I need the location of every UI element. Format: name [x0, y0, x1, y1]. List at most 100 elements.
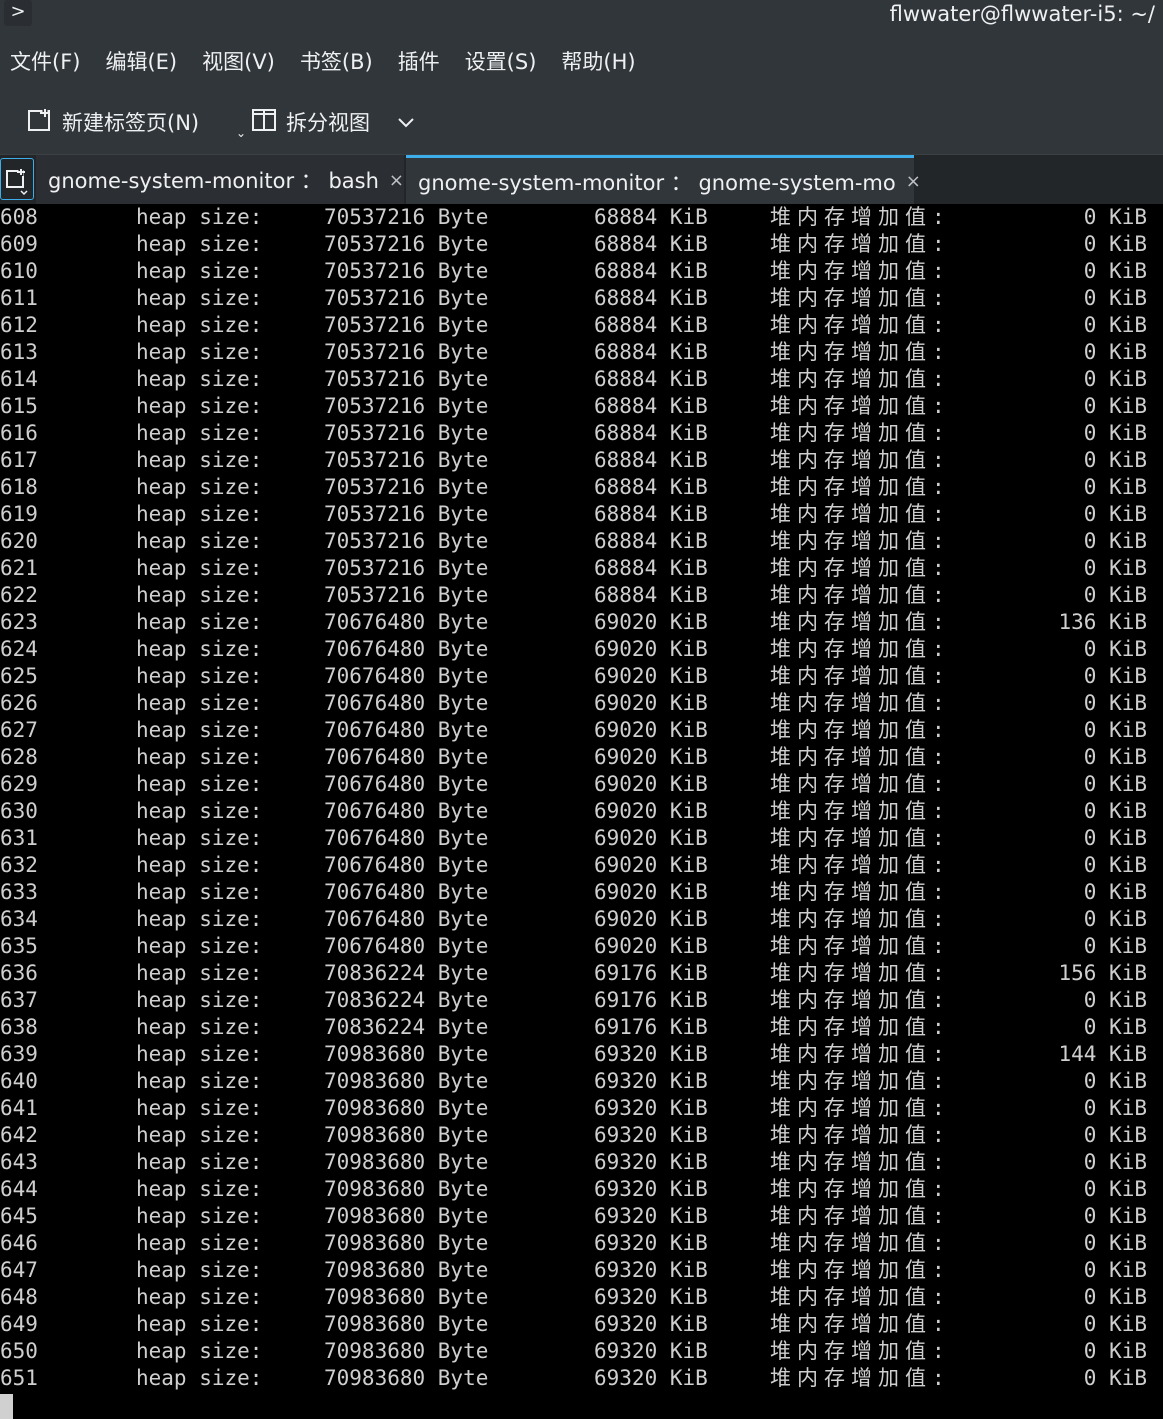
menu-plugins[interactable]: 插件: [388, 44, 455, 80]
heap-increase-value: 0 KiB: [1083, 475, 1147, 499]
chevron-down-icon[interactable]: [396, 100, 416, 144]
new-tab-icon: [26, 106, 54, 139]
heap-size-label: heap size:: [136, 853, 263, 877]
heap-increase-label: 堆内存增加值:: [770, 1312, 951, 1336]
new-tab-dropdown-icon[interactable]: ⌄: [236, 126, 246, 140]
line-number: 640: [0, 1069, 38, 1093]
heap-increase-label: 堆内存增加值:: [770, 1096, 951, 1120]
line-number: 628: [0, 745, 38, 769]
kib-value: 69320 KiB: [594, 1150, 708, 1174]
menu-edit[interactable]: 编辑(E): [95, 44, 192, 80]
heap-increase-value: 0 KiB: [1083, 988, 1147, 1012]
menu-view[interactable]: 视图(V): [192, 44, 290, 80]
terminal-line: 615 heap size: 70537216 Byte 68884 KiB 堆内存增加…: [0, 393, 1163, 420]
heap-size-label: heap size:: [136, 907, 263, 931]
line-number: 630: [0, 799, 38, 823]
terminal-line: 639 heap size: 70983680 Byte 69320 KiB 堆内存增加…: [0, 1041, 1163, 1068]
tab-bar-new-tab-icon[interactable]: [0, 158, 34, 200]
heap-increase-label: 堆内存增加值:: [770, 1339, 951, 1363]
menu-file[interactable]: 文件(F): [0, 44, 95, 80]
kib-value: 69020 KiB: [594, 799, 708, 823]
tab-gnome-system-monitor[interactable]: gnome-system-monitor ： gnome-system-mo ×: [406, 155, 921, 205]
terminal-line: 626 heap size: 70676480 Byte 69020 KiB 堆内存增加…: [0, 690, 1163, 717]
heap-increase-value: 0 KiB: [1083, 1366, 1147, 1390]
line-number: 620: [0, 529, 38, 553]
heap-size-label: heap size:: [136, 988, 263, 1012]
byte-value: 70676480 Byte: [324, 664, 489, 688]
kib-value: 68884 KiB: [594, 475, 708, 499]
heap-increase-label: 堆内存增加值:: [770, 205, 951, 229]
line-number: 633: [0, 880, 38, 904]
kib-value: 68884 KiB: [594, 367, 708, 391]
byte-value: 70537216 Byte: [324, 583, 489, 607]
heap-increase-value: 0 KiB: [1083, 1231, 1147, 1255]
kib-value: 69020 KiB: [594, 907, 708, 931]
kib-value: 69020 KiB: [594, 718, 708, 742]
terminal-line: 620 heap size: 70537216 Byte 68884 KiB 堆内存增加…: [0, 528, 1163, 555]
kib-value: 69320 KiB: [594, 1366, 708, 1390]
kib-value: 69020 KiB: [594, 826, 708, 850]
menu-settings[interactable]: 设置(S): [455, 44, 552, 80]
terminal-line: 646 heap size: 70983680 Byte 69320 KiB 堆内存增加…: [0, 1230, 1163, 1257]
heap-size-label: heap size:: [136, 340, 263, 364]
heap-increase-value: 0 KiB: [1083, 1069, 1147, 1093]
heap-size-label: heap size:: [136, 205, 263, 229]
tab-bash[interactable]: gnome-system-monitor ： bash ×: [36, 155, 404, 205]
heap-increase-value: 0 KiB: [1083, 664, 1147, 688]
byte-value: 70983680 Byte: [324, 1339, 489, 1363]
byte-value: 70676480 Byte: [324, 880, 489, 904]
close-icon[interactable]: ×: [389, 170, 404, 191]
heap-increase-value: 0 KiB: [1083, 772, 1147, 796]
heap-increase-value: 0 KiB: [1083, 259, 1147, 283]
heap-increase-label: 堆内存增加值:: [770, 1150, 951, 1174]
menu-bookmarks[interactable]: 书签(B): [290, 44, 388, 80]
tab-label: gnome-system-monitor ： bash: [48, 169, 379, 193]
kib-value: 69320 KiB: [594, 1312, 708, 1336]
terminal-line: 637 heap size: 70836224 Byte 69176 KiB 堆内存增加…: [0, 987, 1163, 1014]
line-number: 648: [0, 1285, 38, 1309]
heap-size-label: heap size:: [136, 1069, 263, 1093]
new-tab-button[interactable]: 新建标签页(N) ⌄: [26, 100, 246, 144]
heap-increase-label: 堆内存增加值:: [770, 421, 951, 445]
menu-help[interactable]: 帮助(H): [551, 44, 650, 80]
kib-value: 68884 KiB: [594, 259, 708, 283]
heap-size-label: heap size:: [136, 934, 263, 958]
terminal-line: 632 heap size: 70676480 Byte 69020 KiB 堆内存增加…: [0, 852, 1163, 879]
heap-increase-label: 堆内存增加值:: [770, 637, 951, 661]
heap-increase-label: 堆内存增加值:: [770, 1258, 951, 1282]
heap-increase-label: 堆内存增加值:: [770, 610, 951, 634]
heap-size-label: heap size:: [136, 1177, 263, 1201]
heap-size-label: heap size:: [136, 529, 263, 553]
byte-value: 70676480 Byte: [324, 934, 489, 958]
terminal-line: 611 heap size: 70537216 Byte 68884 KiB 堆内存增加…: [0, 285, 1163, 312]
byte-value: 70983680 Byte: [324, 1258, 489, 1282]
heap-increase-value: 0 KiB: [1083, 1312, 1147, 1336]
split-view-button[interactable]: 拆分视图: [250, 100, 370, 144]
byte-value: 70676480 Byte: [324, 610, 489, 634]
heap-size-label: heap size:: [136, 1150, 263, 1174]
line-number: 623: [0, 610, 38, 634]
line-number: 614: [0, 367, 38, 391]
terminal-line: 621 heap size: 70537216 Byte 68884 KiB 堆内存增加…: [0, 555, 1163, 582]
byte-value: 70537216 Byte: [324, 475, 489, 499]
heap-size-label: heap size:: [136, 1339, 263, 1363]
heap-increase-label: 堆内存增加值:: [770, 529, 951, 553]
heap-size-label: heap size:: [136, 1285, 263, 1309]
kib-value: 69020 KiB: [594, 664, 708, 688]
terminal-output[interactable]: 608 heap size: 70537216 Byte 68884 KiB 堆内存增加…: [0, 204, 1163, 1419]
kib-value: 69320 KiB: [594, 1339, 708, 1363]
heap-increase-value: 0 KiB: [1083, 718, 1147, 742]
byte-value: 70676480 Byte: [324, 907, 489, 931]
heap-increase-value: 156 KiB: [1058, 961, 1147, 985]
byte-value: 70983680 Byte: [324, 1312, 489, 1336]
heap-increase-value: 0 KiB: [1083, 367, 1147, 391]
heap-increase-label: 堆内存增加值:: [770, 1231, 951, 1255]
kib-value: 68884 KiB: [594, 529, 708, 553]
window-chrome: > flwwater@flwwater-i5: ~/ 文件(F) 编辑(E) 视…: [0, 0, 1163, 205]
window-menu-button[interactable]: >: [4, 0, 32, 26]
new-tab-label: 新建标签页(N): [62, 111, 200, 135]
heap-size-label: heap size:: [136, 394, 263, 418]
terminal-line: 651 heap size: 70983680 Byte 69320 KiB 堆内存增加…: [0, 1365, 1163, 1392]
close-icon[interactable]: ×: [906, 171, 921, 192]
terminal-line: 624 heap size: 70676480 Byte 69020 KiB 堆内存增加…: [0, 636, 1163, 663]
